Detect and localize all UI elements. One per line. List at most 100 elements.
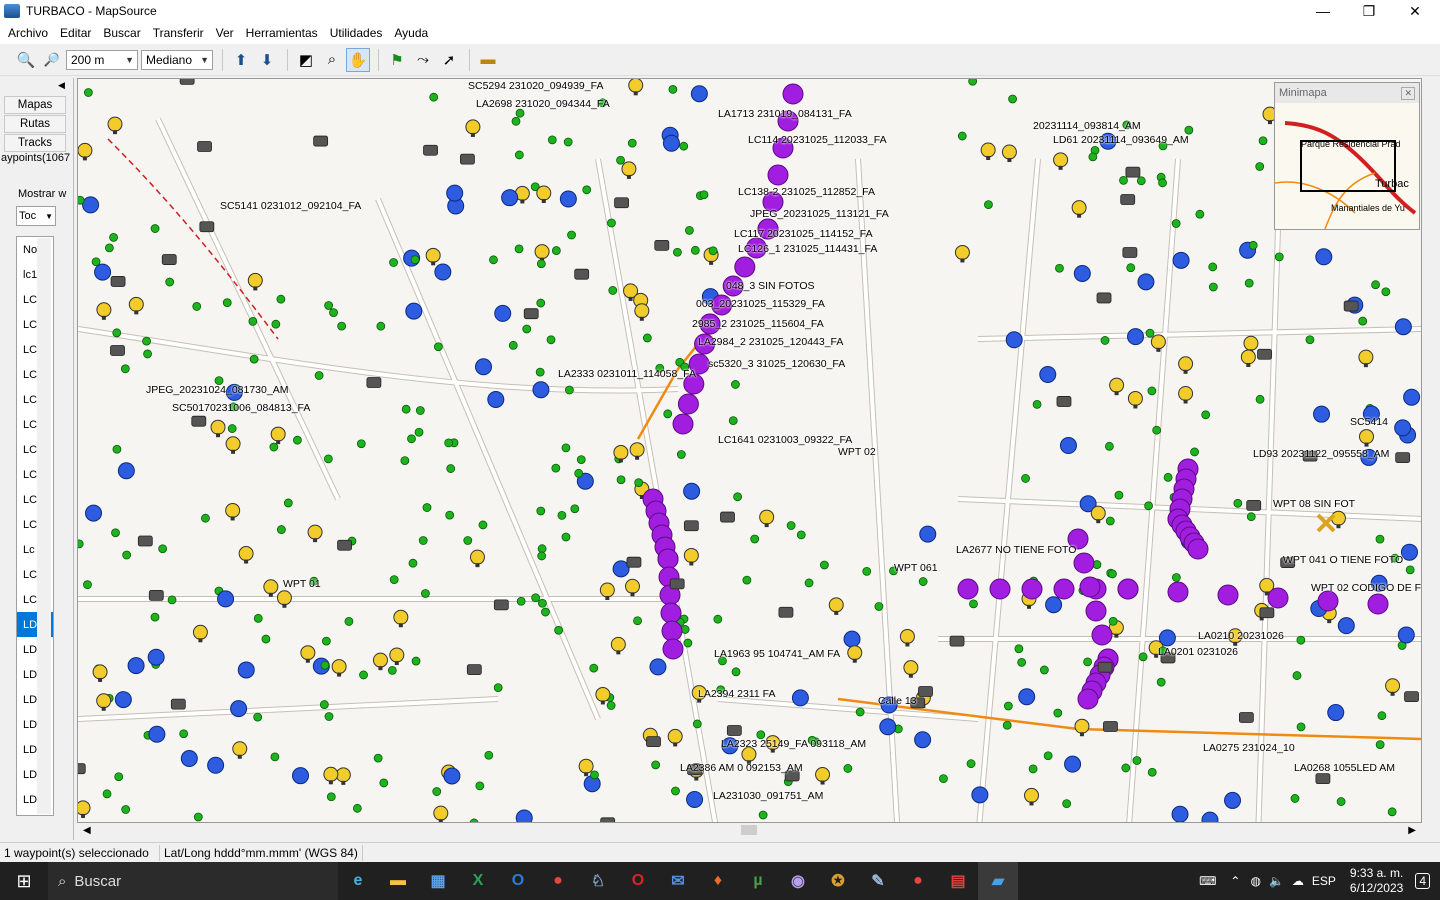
pgadmin-icon[interactable]: ♘	[578, 862, 618, 900]
green-waypoint-icon	[561, 532, 571, 542]
selection-tool-icon[interactable]: ➚	[437, 48, 461, 72]
waypoint-label: WPT 02	[838, 446, 876, 458]
chevron-up-icon[interactable]: ⌃	[1230, 874, 1240, 888]
bulb-base	[905, 642, 910, 647]
bulb-base	[709, 260, 714, 265]
file-explorer-icon[interactable]: ▬	[378, 862, 418, 900]
distance-tool-icon[interactable]: ▬	[476, 48, 500, 72]
menu-utilidades[interactable]: Utilidades	[324, 26, 389, 40]
taskbar-search[interactable]: ⌕ Buscar	[48, 862, 338, 900]
green-waypoint-icon	[1144, 501, 1153, 511]
messenger-icon[interactable]: ◉	[778, 862, 818, 900]
language-indicator[interactable]: ESP	[1312, 874, 1336, 888]
blue-waypoint-icon	[501, 189, 519, 207]
green-waypoint-icon	[283, 498, 293, 508]
flag-app-icon[interactable]: ▤	[938, 862, 978, 900]
green-waypoint-icon	[535, 367, 545, 377]
hand-tool-icon[interactable]: ✋	[346, 47, 370, 72]
detail-select[interactable]: Mediano ▼	[141, 49, 213, 70]
edge-icon[interactable]: e	[338, 862, 378, 900]
waypoint-label: JPEG_20231024_081730_AM	[146, 384, 289, 396]
green-waypoint-icon	[536, 298, 546, 308]
tab-waypoints[interactable]: aypoints(1067	[1, 152, 73, 164]
store-icon[interactable]: ▦	[418, 862, 458, 900]
waypoint-label: WPT 01	[283, 578, 321, 590]
menu-transferir[interactable]: Transferir	[147, 26, 210, 40]
zoom-tool-icon[interactable]: ⌕	[320, 48, 344, 72]
utorrent-icon[interactable]: µ	[738, 862, 778, 900]
restore-button[interactable]: ❐	[1346, 0, 1392, 22]
minimap-close-icon[interactable]: ✕	[1401, 86, 1415, 100]
tab-tracks[interactable]: Tracks	[4, 134, 66, 152]
send-to-device-icon[interactable]: ⬇	[255, 48, 279, 72]
menu-archivo[interactable]: Archivo	[2, 26, 54, 40]
map-canvas[interactable]: SC5294 231020_094939_FA LA2698 231020_094…	[77, 78, 1422, 823]
green-waypoint-icon	[565, 385, 574, 395]
bulb-base	[852, 658, 857, 663]
waypoint-tool-icon[interactable]: ⚑	[385, 48, 409, 72]
green-waypoint-icon	[561, 443, 571, 453]
zoom-out-icon[interactable]: 🔎	[40, 48, 64, 72]
collapse-arrow-icon[interactable]: ◀	[58, 80, 70, 92]
minimap-drawing[interactable]: Parque Residencial Prad Turbac Manantial…	[1274, 103, 1419, 230]
blue-waypoint-icon	[1127, 328, 1145, 346]
tab-rutas[interactable]: Rutas	[4, 115, 66, 133]
menu-buscar[interactable]: Buscar	[97, 26, 146, 40]
network-icon[interactable]: ◍	[1250, 874, 1260, 888]
waypoint-label: LA1713 231019_084131_FA	[718, 108, 852, 120]
waypoint-label: LA231030_091751_AM	[713, 790, 824, 802]
receive-from-device-icon[interactable]: ⬆	[229, 48, 253, 72]
menu-editar[interactable]: Editar	[54, 26, 97, 40]
map-tool-icon[interactable]: ◩	[294, 48, 318, 72]
route-tool-icon[interactable]: ⤳	[411, 48, 435, 72]
notifications-badge[interactable]: 4	[1415, 873, 1430, 889]
scroll-right-icon[interactable]: ▶	[1408, 825, 1416, 836]
bulb-base	[82, 156, 87, 161]
excel-icon[interactable]: X	[458, 862, 498, 900]
close-button[interactable]: ✕	[1392, 0, 1438, 22]
map-vertical-scrollbar[interactable]	[1422, 78, 1440, 838]
waypoint-label: LA2386 AM 0 092153_AM	[680, 762, 803, 774]
volume-icon[interactable]: 🔈	[1269, 874, 1284, 888]
keyboard-icon[interactable]: ⌨	[1199, 874, 1216, 888]
tab-mapas[interactable]: Mapas	[4, 96, 66, 114]
detail-value: Mediano	[146, 52, 193, 67]
minimize-button[interactable]: —	[1300, 0, 1346, 22]
map-horizontal-scrollbar[interactable]: ◀ ▶	[77, 823, 1422, 837]
outlook-icon[interactable]: O	[498, 862, 538, 900]
scale-select[interactable]: 200 m ▼	[66, 49, 138, 70]
purple-waypoint-icon	[1085, 600, 1107, 622]
chrome-profile-icon[interactable]: ●	[898, 862, 938, 900]
opera-icon[interactable]: O	[618, 862, 658, 900]
blue-waypoint-icon	[1064, 755, 1082, 773]
brave-icon[interactable]: ♦	[698, 862, 738, 900]
menu-ayuda[interactable]: Ayuda	[388, 26, 434, 40]
horizontal-scroll-thumb[interactable]	[741, 825, 757, 835]
camera-marker-icon	[1238, 712, 1254, 723]
waypoint-list-scrollbar[interactable]	[37, 238, 51, 814]
green-waypoint-icon	[120, 364, 130, 374]
bulb-base	[694, 776, 699, 781]
green-waypoint-icon	[109, 232, 118, 242]
green-waypoint-icon	[111, 528, 120, 538]
chrome-icon[interactable]: ●	[538, 862, 578, 900]
tool-icon[interactable]: ✎	[858, 862, 898, 900]
green-waypoint-icon	[321, 636, 331, 646]
camera-marker-icon	[1096, 292, 1112, 304]
menu-ver[interactable]: Ver	[210, 26, 240, 40]
filter-select[interactable]: Toc ▼	[16, 206, 56, 226]
waypoint-label: 20231114_093814_AM	[1033, 120, 1141, 132]
windows-start-icon[interactable]: ⊞	[0, 862, 48, 900]
scroll-left-icon[interactable]: ◀	[83, 825, 91, 836]
cloud-icon[interactable]: ☁	[1292, 874, 1304, 888]
chevron-down-icon: ▼	[45, 211, 53, 221]
menu-herramientas[interactable]: Herramientas	[240, 26, 324, 40]
clock[interactable]: 9:33 a. m. 6/12/2023	[1342, 866, 1411, 896]
green-waypoint-icon	[112, 444, 122, 454]
bulb-base	[1114, 633, 1119, 638]
zoom-in-icon[interactable]: 🔍	[14, 48, 38, 72]
green-waypoint-icon	[142, 336, 151, 346]
app-icon[interactable]: ✪	[818, 862, 858, 900]
mapsource-taskbar-icon[interactable]: ▰	[978, 862, 1018, 900]
mail-icon[interactable]: ✉	[658, 862, 698, 900]
